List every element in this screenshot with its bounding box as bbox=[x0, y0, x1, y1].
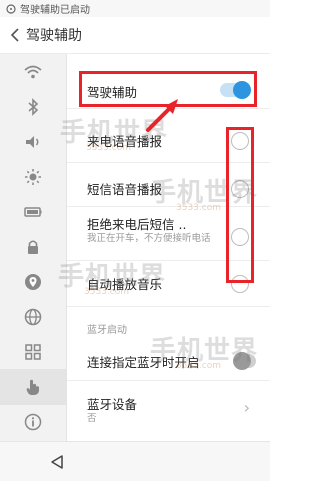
brightness-icon bbox=[25, 169, 41, 185]
back-button[interactable] bbox=[6, 26, 24, 44]
sidebar-item-bluetooth[interactable] bbox=[0, 89, 66, 125]
bluetooth-connect-label: 连接指定蓝牙时开启 bbox=[87, 355, 200, 370]
bluetooth-connect-row[interactable]: 连接指定蓝牙时开启 bbox=[67, 340, 270, 381]
status-text: 驾驶辅助已启动 bbox=[20, 5, 90, 16]
lock-icon bbox=[28, 240, 38, 254]
reject-sms-label: 拒绝来电后短信 .. bbox=[87, 217, 187, 232]
auto-music-row[interactable]: 自动播放音乐 bbox=[67, 260, 270, 307]
sidebar-item-wifi[interactable] bbox=[0, 54, 66, 90]
sidebar-item-apps[interactable] bbox=[0, 334, 66, 370]
sidebar-item-gesture[interactable] bbox=[0, 369, 66, 405]
nav-back-icon[interactable] bbox=[49, 454, 65, 470]
volume-icon bbox=[26, 136, 39, 148]
bluetooth-section-title: 蓝牙启动 bbox=[87, 325, 127, 336]
page-title: 驾驶辅助 bbox=[26, 28, 82, 44]
hand-gesture-icon bbox=[26, 379, 39, 395]
sidebar bbox=[0, 54, 67, 441]
sms-voice-row[interactable]: 短信语音播报 bbox=[67, 162, 270, 207]
globe-icon bbox=[24, 308, 42, 326]
toggle-knob bbox=[233, 352, 251, 370]
toggle-knob bbox=[233, 81, 251, 99]
sidebar-item-location[interactable] bbox=[0, 264, 66, 300]
info-icon bbox=[24, 413, 42, 431]
sidebar-item-display[interactable] bbox=[0, 159, 66, 195]
sidebar-item-network[interactable] bbox=[0, 299, 66, 335]
auto-music-checkbox[interactable] bbox=[231, 275, 249, 293]
reject-sms-row[interactable]: 拒绝来电后短信 .. 我正在开车，不方便接听电话 bbox=[67, 206, 270, 261]
driving-assist-label: 驾驶辅助 bbox=[87, 85, 138, 100]
red-arrow-icon bbox=[146, 99, 178, 132]
auto-music-label: 自动播放音乐 bbox=[87, 277, 163, 292]
navigation-bar bbox=[0, 441, 270, 481]
driving-assist-toggle[interactable] bbox=[220, 81, 251, 99]
title-bar: 驾驶辅助 bbox=[0, 17, 270, 54]
sidebar-item-sound[interactable] bbox=[0, 124, 66, 160]
bluetooth-connect-toggle[interactable] bbox=[233, 352, 256, 370]
reject-sms-checkbox[interactable] bbox=[231, 228, 249, 246]
sms-voice-label: 短信语音播报 bbox=[87, 182, 163, 197]
steering-wheel-icon bbox=[6, 3, 16, 14]
bluetooth-device-row[interactable]: 蓝牙设备 否 › bbox=[67, 384, 270, 430]
sidebar-item-security[interactable] bbox=[0, 229, 66, 265]
apps-grid-icon bbox=[25, 344, 41, 360]
sidebar-item-about[interactable] bbox=[0, 404, 66, 440]
call-voice-checkbox[interactable] bbox=[231, 132, 249, 150]
bluetooth-device-value: 否 bbox=[87, 413, 97, 424]
wifi-icon bbox=[24, 65, 42, 79]
location-icon bbox=[25, 274, 41, 290]
bluetooth-device-label: 蓝牙设备 bbox=[87, 397, 138, 412]
chevron-left-icon bbox=[10, 28, 19, 42]
sidebar-item-battery[interactable] bbox=[0, 194, 66, 230]
battery-icon bbox=[24, 207, 42, 217]
chevron-right-icon: › bbox=[243, 398, 250, 417]
status-bar: 驾驶辅助已启动 bbox=[0, 0, 270, 17]
reject-sms-subtitle: 我正在开车，不方便接听电话 bbox=[87, 233, 211, 244]
sms-voice-checkbox[interactable] bbox=[231, 180, 249, 198]
bluetooth-icon bbox=[28, 98, 39, 116]
